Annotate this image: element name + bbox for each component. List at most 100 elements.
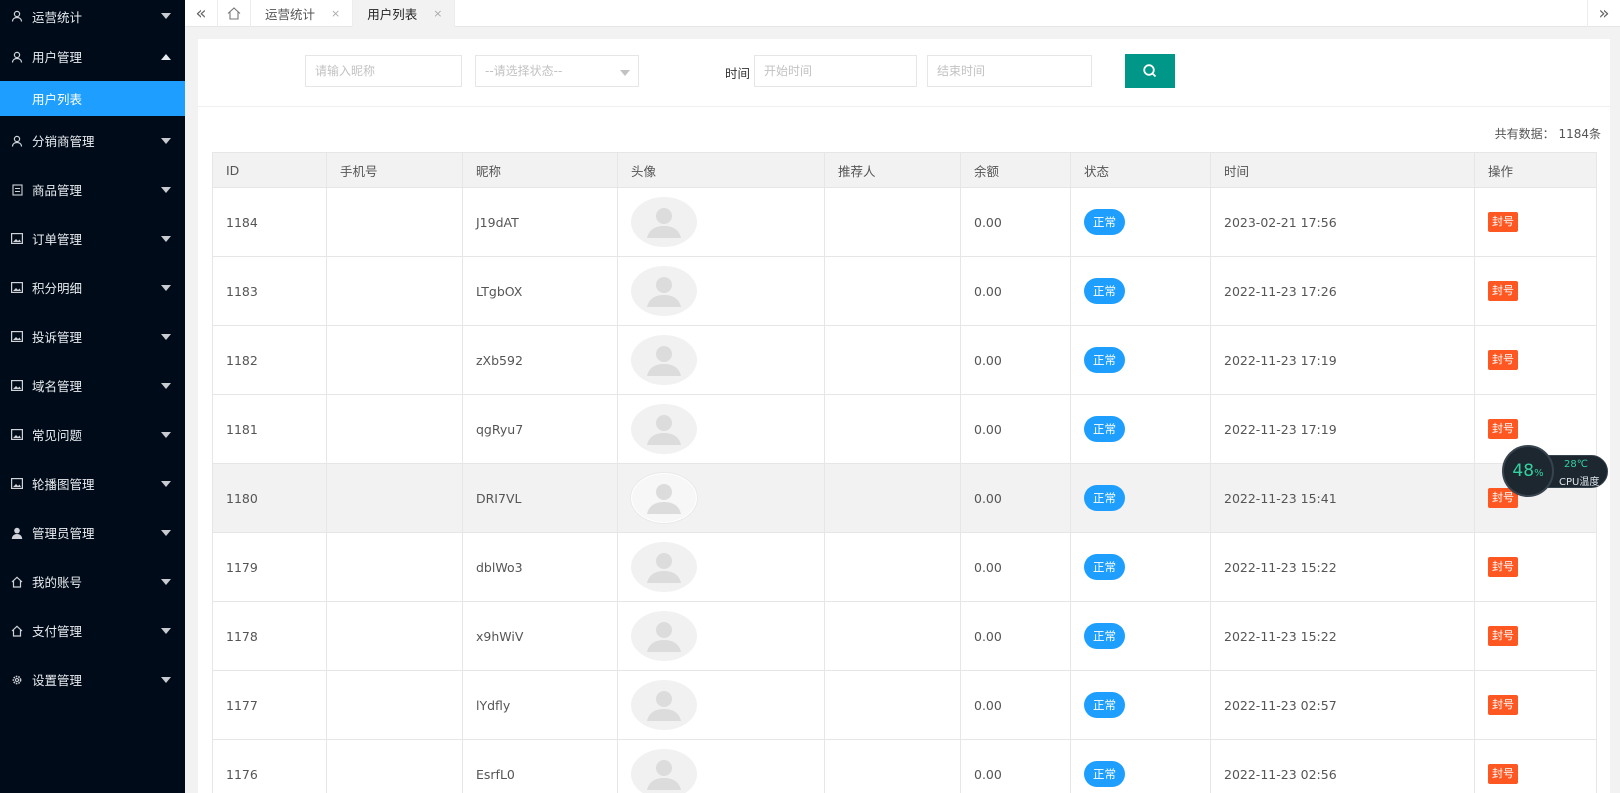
- time-label: 时间: [725, 66, 751, 81]
- cell-time: 2022-11-23 02:57: [1210, 670, 1475, 740]
- table-row: 1178 x9hWiV 0.00 正常 2022-11-23 15:22 封号: [212, 601, 1597, 671]
- cell-status: 正常: [1070, 187, 1211, 257]
- tab-bar: « 运营统计 × 用户列表 × »: [185, 0, 1620, 27]
- sidebar-item-label: 我的账号: [32, 575, 83, 590]
- cell-avatar: [617, 463, 825, 533]
- cell-id: 1178: [212, 601, 327, 671]
- sidebar-item-stats[interactable]: 运营统计: [0, 0, 185, 32]
- cell-balance: 0.00: [960, 670, 1071, 740]
- chevron-down-icon: [161, 13, 171, 19]
- ban-button[interactable]: 封号: [1488, 695, 1518, 715]
- default-avatar-icon: [647, 691, 681, 721]
- cell-phone: [326, 256, 463, 326]
- sidebar-item-label: 域名管理: [32, 379, 83, 394]
- cell-nickname: J19dAT: [462, 187, 618, 257]
- cell-avatar: [617, 601, 825, 671]
- cell-id: 1183: [212, 256, 327, 326]
- cell-referrer: [824, 394, 961, 464]
- chevron-down-icon: [161, 382, 171, 389]
- chevron-down-icon: [161, 137, 171, 144]
- column-header: 昵称: [462, 152, 618, 188]
- column-header: 操作: [1474, 152, 1597, 188]
- tab-user-list[interactable]: 用户列表 ×: [353, 0, 456, 27]
- sidebar-item-label: 订单管理: [32, 232, 83, 247]
- status-select[interactable]: [475, 55, 639, 87]
- cell-phone: [326, 394, 463, 464]
- sidebar-item-label: 商品管理: [32, 183, 83, 198]
- cell-avatar: [617, 532, 825, 602]
- ban-button[interactable]: 封号: [1488, 419, 1518, 439]
- sidebar-item-faq[interactable]: 常见问题: [0, 410, 185, 459]
- cell-avatar: [617, 670, 825, 740]
- sidebar-item-label: 常见问题: [32, 428, 83, 443]
- sidebar-item-orders[interactable]: 订单管理: [0, 214, 185, 263]
- status-badge: 正常: [1084, 761, 1125, 787]
- cell-phone: [326, 670, 463, 740]
- sidebar-item-admins[interactable]: 管理员管理: [0, 508, 185, 557]
- image-icon: [10, 379, 24, 393]
- sidebar-item-label: 设置管理: [32, 673, 83, 688]
- close-icon[interactable]: ×: [331, 7, 340, 20]
- status-badge: 正常: [1084, 347, 1125, 373]
- sidebar-subitem-user-list[interactable]: 用户列表: [0, 81, 185, 116]
- chevron-down-icon: [161, 431, 171, 438]
- scroll-left-button[interactable]: «: [185, 0, 218, 27]
- ban-button[interactable]: 封号: [1488, 212, 1518, 232]
- cell-balance: 0.00: [960, 463, 1071, 533]
- sidebar-item-complaints[interactable]: 投诉管理: [0, 312, 185, 361]
- cell-balance: 0.00: [960, 256, 1071, 326]
- table-row: 1184 J19dAT 0.00 正常 2023-02-21 17:56 封号: [212, 187, 1597, 257]
- close-icon[interactable]: ×: [433, 7, 442, 20]
- avatar: [631, 749, 697, 793]
- cell-action: 封号: [1474, 532, 1597, 602]
- sidebar-item-distributors[interactable]: 分销商管理: [0, 116, 185, 165]
- ban-button[interactable]: 封号: [1488, 281, 1518, 301]
- sidebar-item-domains[interactable]: 域名管理: [0, 361, 185, 410]
- tab-stats[interactable]: 运营统计 ×: [251, 0, 354, 27]
- cell-balance: 0.00: [960, 394, 1071, 464]
- nickname-input[interactable]: [305, 55, 462, 87]
- cell-id: 1180: [212, 463, 327, 533]
- chevron-down-icon: [161, 676, 171, 683]
- tab-label: 用户列表: [367, 7, 418, 22]
- scroll-right-button[interactable]: »: [1587, 0, 1620, 27]
- cpu-usage-gauge: 48%: [1502, 445, 1554, 497]
- avatar: [631, 680, 697, 730]
- cell-referrer: [824, 187, 961, 257]
- default-avatar-icon: [647, 277, 681, 307]
- end-time-input[interactable]: [927, 55, 1092, 87]
- sidebar-item-payment[interactable]: 支付管理: [0, 606, 185, 655]
- cell-nickname: lYdfly: [462, 670, 618, 740]
- ban-button[interactable]: 封号: [1488, 350, 1518, 370]
- cell-referrer: [824, 256, 961, 326]
- sidebar-item-my-account[interactable]: 我的账号: [0, 557, 185, 606]
- chevron-down-icon: [161, 480, 171, 487]
- search-button[interactable]: [1125, 54, 1175, 88]
- avatar: [631, 335, 697, 385]
- ban-button[interactable]: 封号: [1488, 764, 1518, 784]
- cpu-percent: 48: [1512, 461, 1535, 481]
- chevron-down-icon: [161, 529, 171, 536]
- cell-phone: [326, 601, 463, 671]
- cell-balance: 0.00: [960, 601, 1071, 671]
- cell-id: 1181: [212, 394, 327, 464]
- ban-button[interactable]: 封号: [1488, 557, 1518, 577]
- cpu-temp-widget[interactable]: 48% 28℃ CPU温度: [1502, 445, 1610, 497]
- cell-referrer: [824, 463, 961, 533]
- avatar: [631, 611, 697, 661]
- status-badge: 正常: [1084, 554, 1125, 580]
- sidebar-item-points[interactable]: 积分明细: [0, 263, 185, 312]
- sidebar-item-products[interactable]: 商品管理: [0, 165, 185, 214]
- sidebar-item-label: 运营统计: [32, 9, 83, 25]
- tab-label: 运营统计: [265, 7, 316, 22]
- ban-button[interactable]: 封号: [1488, 626, 1518, 646]
- home-tab[interactable]: [218, 0, 251, 27]
- image-icon: [10, 330, 24, 344]
- chevron-down-icon: [161, 186, 171, 193]
- default-avatar-icon: [647, 553, 681, 583]
- sidebar-item-users[interactable]: 用户管理: [0, 32, 185, 81]
- start-time-input[interactable]: [754, 55, 917, 87]
- sidebar-item-carousel[interactable]: 轮播图管理: [0, 459, 185, 508]
- status-badge: 正常: [1084, 623, 1125, 649]
- sidebar-item-settings[interactable]: 设置管理: [0, 655, 185, 704]
